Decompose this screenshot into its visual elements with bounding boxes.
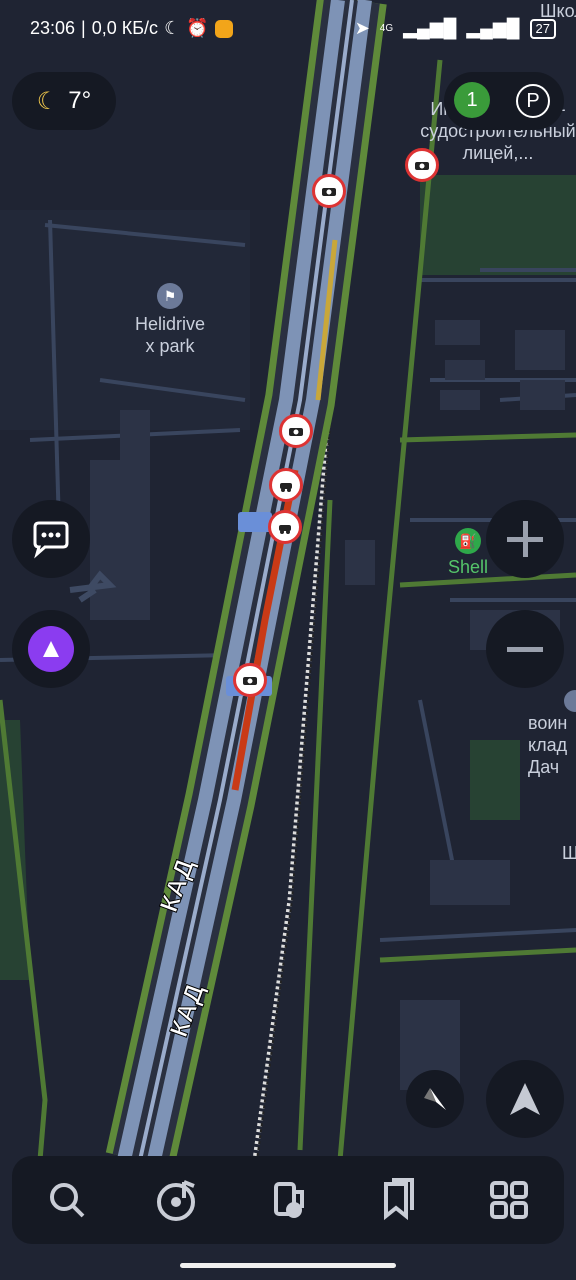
services-tab[interactable] [474, 1165, 544, 1235]
zoom-out-button[interactable] [486, 610, 564, 688]
alarm-icon: ⏰ [186, 18, 209, 38]
minus-icon [507, 647, 543, 652]
search-tab[interactable] [32, 1165, 102, 1235]
fuel-pump-icon [273, 1182, 304, 1218]
plus-icon [507, 521, 543, 557]
poi-helidrive-label[interactable]: ⚑ Helidrive x park [120, 283, 220, 357]
cemetery-icon [564, 690, 576, 712]
bottom-navigation [12, 1156, 564, 1244]
music-tab[interactable] [143, 1165, 213, 1235]
battery-indicator: 27 [529, 18, 556, 39]
speed-camera-icon[interactable] [312, 174, 346, 208]
road-incident-icon[interactable] [268, 510, 302, 544]
compass-icon [424, 1088, 446, 1110]
status-bar: 23:06 | 0,0 КБ/с ☾ ⏰ ➤ 4G ▂▄▆█ ▂▄▆█ 27 [0, 0, 576, 62]
fuel-station-icon: ⛽ [455, 528, 481, 554]
fuel-tab[interactable] [253, 1165, 323, 1235]
poi-cemetery-label[interactable]: воин клад Дач [528, 690, 576, 778]
helidrive-name: Helidrive x park [134, 314, 206, 356]
speed-camera-icon[interactable] [279, 414, 313, 448]
status-separator: | [81, 18, 86, 38]
road-incident-icon[interactable] [269, 468, 303, 502]
navigation-arrow-icon [510, 1083, 540, 1115]
moon-icon: ☾ [36, 87, 59, 115]
bookmarks-tab[interactable] [363, 1165, 433, 1235]
voice-assistant-button[interactable] [12, 610, 90, 688]
poi-short-label: Ш [562, 843, 576, 863]
bookmarks-icon [384, 1178, 415, 1221]
compass-button[interactable] [406, 1070, 464, 1128]
search-icon [50, 1183, 85, 1218]
grid-icon [489, 1181, 528, 1219]
network-type: 4G [379, 23, 394, 34]
top-right-controls: 1 P [444, 72, 564, 130]
alerts-badge[interactable]: 1 [454, 82, 490, 118]
chat-bubble-icon [33, 521, 69, 559]
temperature: 7° [68, 87, 92, 114]
parking-button[interactable]: P [516, 84, 550, 118]
location-arrow-icon: ➤ [354, 18, 370, 38]
my-location-button[interactable] [486, 1060, 564, 1138]
status-time: 23:06 [30, 18, 76, 38]
moon-icon: ☾ [164, 18, 181, 38]
racing-flag-icon: ⚑ [157, 283, 183, 309]
home-indicator[interactable] [180, 1263, 396, 1268]
status-network-speed: 0,0 КБ/с [91, 18, 159, 38]
zoom-in-button[interactable] [486, 500, 564, 578]
signal-icon-2: ▂▄▆█ [466, 18, 520, 38]
music-icon [156, 1180, 195, 1221]
app-notification-icon [214, 19, 233, 38]
speed-camera-icon[interactable] [233, 663, 267, 697]
signal-icon: ▂▄▆█ [403, 18, 457, 38]
chat-button[interactable] [12, 500, 90, 578]
weather-widget[interactable]: ☾ 7° [12, 72, 116, 130]
alice-icon [28, 626, 74, 672]
